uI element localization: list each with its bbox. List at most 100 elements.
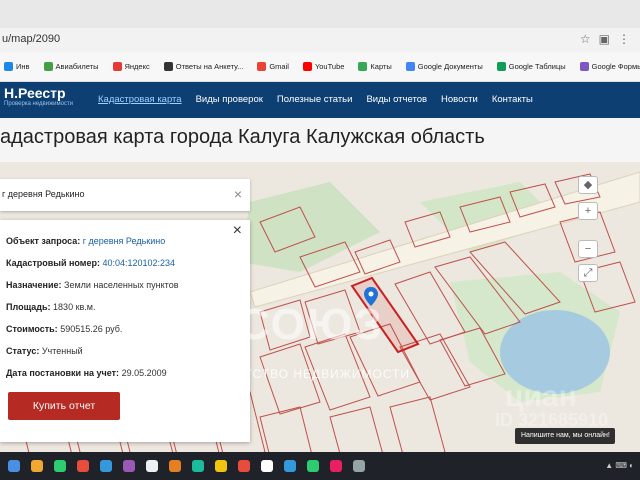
- object-info-panel: × Объект запроса: г деревня Редькино Када…: [0, 220, 250, 442]
- taskbar-app-icon[interactable]: [330, 460, 342, 472]
- star-icon[interactable]: ☆: [580, 32, 591, 46]
- address-text[interactable]: u/map/2090: [2, 33, 60, 45]
- site-logo[interactable]: Н.Реестр Проверка недвижимости: [4, 85, 73, 107]
- main-nav: Кадастровая карта Виды проверок Полезные с…: [98, 94, 533, 105]
- search-input[interactable]: г деревня Редькино: [2, 189, 84, 199]
- page-title: адастровая карта города Калуга Калужская…: [0, 126, 485, 148]
- browser-tab-strip: [0, 0, 640, 30]
- bookmark-item[interactable]: Яндекс: [112, 62, 150, 71]
- taskbar-app-icon[interactable]: [261, 460, 273, 472]
- logo-title: Н.Реестр: [4, 85, 66, 101]
- bookmark-item[interactable]: Авиабилеты: [43, 62, 99, 71]
- bookmark-label: Gmail: [269, 62, 289, 71]
- bookmark-label: Ответы на Анкету...: [175, 62, 244, 71]
- taskbar-app-icon[interactable]: [8, 460, 20, 472]
- taskbar-app-icon[interactable]: [100, 460, 112, 472]
- taskbar-app-icon[interactable]: [54, 460, 66, 472]
- system-tray[interactable]: ▲ ⌨ ◐: [605, 461, 634, 470]
- bookmark-label: Google Формы: [591, 62, 640, 71]
- address-bar[interactable]: u/map/2090 ☆ ▣ ⋮: [0, 28, 640, 52]
- info-row-value: 29.05.2009: [121, 368, 167, 378]
- info-row-key: Стоимость:: [6, 324, 58, 334]
- info-close-icon[interactable]: ×: [233, 222, 242, 240]
- bookmark-label: Инв: [16, 62, 30, 71]
- info-row-value: 590515.26 руб.: [60, 324, 123, 334]
- bookmarks-bar: Инв Авиабилеты Яндекс Ответы на Анкету... Gm…: [0, 52, 640, 82]
- taskbar-app-icon[interactable]: [192, 460, 204, 472]
- nav-item[interactable]: Виды проверок: [196, 94, 263, 105]
- taskbar-app-icon[interactable]: [307, 460, 319, 472]
- bookmark-item[interactable]: Google Документы: [405, 62, 483, 71]
- bookmark-item[interactable]: Google Таблицы: [496, 62, 566, 71]
- bookmark-item[interactable]: Инв: [4, 62, 30, 71]
- bookmark-label: Google Таблицы: [508, 62, 566, 71]
- nav-item[interactable]: Контакты: [492, 94, 533, 105]
- info-row: Стоимость: 590515.26 руб.: [6, 324, 122, 334]
- nav-item[interactable]: Кадастровая карта: [98, 94, 182, 105]
- bookmark-label: Карты: [370, 62, 392, 71]
- info-row-key: Объект запроса:: [6, 236, 81, 246]
- taskbar-app-icon[interactable]: [284, 460, 296, 472]
- bookmark-favicon-icon: [4, 62, 13, 71]
- info-row-value[interactable]: г деревня Редькино: [83, 236, 165, 246]
- info-row-value[interactable]: 40:04:120102:234: [102, 258, 175, 268]
- bookmark-label: YouTube: [314, 62, 345, 71]
- bookmark-favicon-icon: [496, 62, 506, 71]
- info-row-value: Учтенный: [41, 346, 83, 356]
- info-row: Статус: Учтенный: [6, 346, 83, 356]
- layers-icon[interactable]: ◆: [578, 176, 598, 194]
- bookmark-favicon-icon: [579, 62, 589, 71]
- bookmark-favicon-icon: [405, 62, 415, 71]
- nav-item[interactable]: Полезные статьи: [277, 94, 353, 105]
- info-row: Объект запроса: г деревня Редькино: [6, 236, 165, 246]
- bookmark-label: Google Документы: [417, 62, 483, 71]
- info-row-key: Дата постановки на учет:: [6, 368, 120, 378]
- taskbar-app-icon[interactable]: [31, 460, 43, 472]
- fullscreen-button[interactable]: ⤢: [578, 264, 598, 282]
- taskbar-app-icon[interactable]: [215, 460, 227, 472]
- buy-report-button[interactable]: Купить отчет: [8, 392, 120, 420]
- taskbar-app-icon[interactable]: [169, 460, 181, 472]
- bookmark-item[interactable]: Карты: [358, 62, 392, 71]
- watermark-logo-text: СОЮЗ: [238, 300, 384, 349]
- taskbar-app-icon[interactable]: [238, 460, 250, 472]
- site-header: Н.Реестр Проверка недвижимости Кадастров…: [0, 82, 640, 118]
- os-taskbar: ▲ ⌨ ◐: [0, 452, 640, 480]
- nav-item[interactable]: Новости: [441, 94, 478, 105]
- info-row: Кадастровый номер: 40:04:120102:234: [6, 258, 175, 268]
- bookmark-label: Яндекс: [124, 62, 150, 71]
- zoom-in-button[interactable]: +: [578, 202, 598, 220]
- bookmark-label: Авиабилеты: [55, 62, 99, 71]
- bookmark-favicon-icon: [358, 62, 368, 71]
- info-row-key: Кадастровый номер:: [6, 258, 100, 268]
- menu-icon[interactable]: ⋮: [618, 32, 630, 46]
- taskbar-app-icon[interactable]: [146, 460, 158, 472]
- nav-item[interactable]: Виды отчетов: [366, 94, 427, 105]
- search-clear-icon[interactable]: ×: [234, 186, 242, 202]
- taskbar-app-icon[interactable]: [123, 460, 135, 472]
- zoom-out-button[interactable]: −: [578, 240, 598, 258]
- bookmark-item[interactable]: Google Формы: [579, 62, 640, 71]
- info-row-key: Статус:: [6, 346, 40, 356]
- info-row: Дата постановки на учет: 29.05.2009: [6, 368, 167, 378]
- bookmark-favicon-icon: [43, 62, 53, 71]
- search-box[interactable]: г деревня Редькино ×: [0, 179, 250, 211]
- bookmark-item[interactable]: YouTube: [302, 62, 345, 71]
- bookmark-favicon-icon: [257, 62, 267, 71]
- watermark-cian-text: циан: [505, 380, 577, 413]
- address-bar-icons: ☆ ▣ ⋮: [580, 32, 630, 46]
- extension-icon[interactable]: ▣: [599, 32, 610, 46]
- bookmark-item[interactable]: Ответы на Анкету...: [163, 62, 244, 71]
- taskbar-app-icon[interactable]: [77, 460, 89, 472]
- info-row-value: Земли населенных пунктов: [64, 280, 179, 290]
- chat-widget[interactable]: Напишите нам, мы онлайн!: [515, 428, 615, 444]
- info-row-key: Площадь:: [6, 302, 51, 312]
- info-row-value: 1830 кв.м.: [53, 302, 96, 312]
- bookmark-favicon-icon: [163, 62, 173, 71]
- taskbar-app-icon[interactable]: [353, 460, 365, 472]
- bookmark-favicon-icon: [112, 62, 122, 71]
- watermark-agency-text: АГЕНТСТВО НЕДВИЖИМОСТИ: [209, 367, 411, 381]
- bookmark-item[interactable]: Gmail: [257, 62, 289, 71]
- info-row-key: Назначение:: [6, 280, 62, 290]
- info-row: Назначение: Земли населенных пунктов: [6, 280, 178, 290]
